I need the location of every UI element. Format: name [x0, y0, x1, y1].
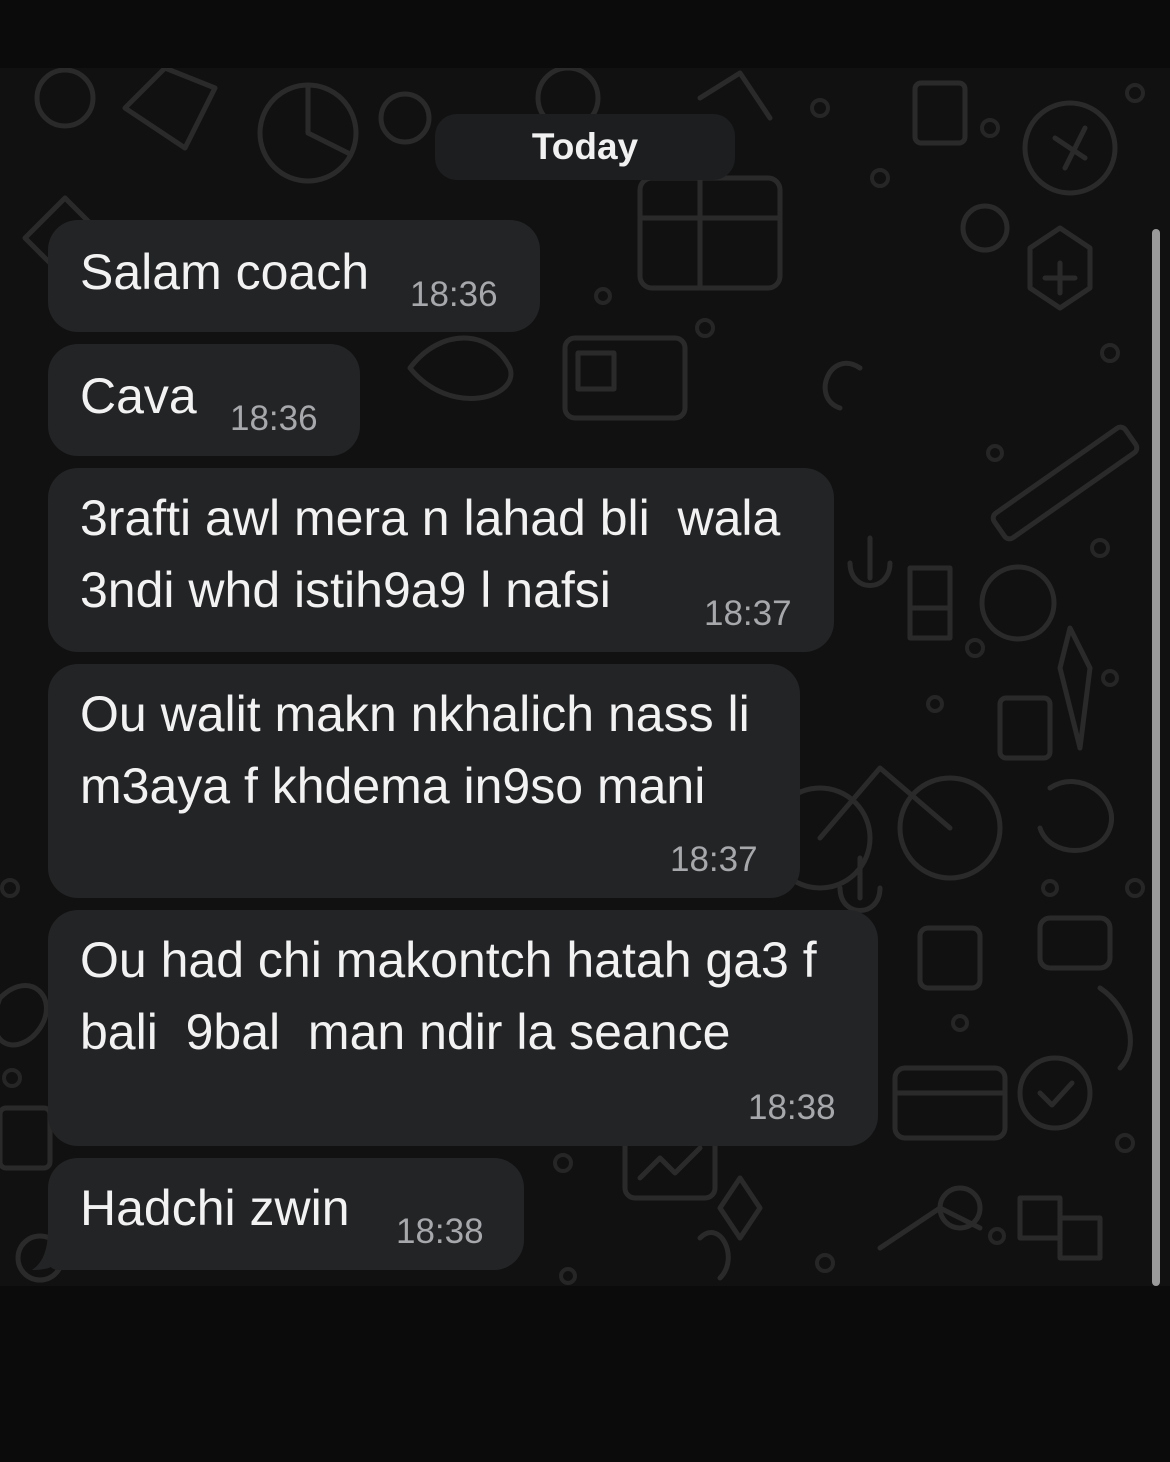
message-text-line: 3rafti awl mera n lahad bli wala	[80, 490, 781, 546]
message-bubble[interactable]: Ou had chi makontch hatah ga3 f bali 9ba…	[48, 910, 878, 1146]
message-text-line: Ou had chi makontch hatah ga3 f	[80, 932, 817, 988]
message-bubble[interactable]: Cava 18:36	[48, 344, 360, 456]
scrollbar[interactable]	[1152, 229, 1160, 1286]
message-timestamp: 18:38	[748, 1088, 836, 1127]
message-bubble[interactable]: 3rafti awl mera n lahad bli wala 3ndi wh…	[48, 468, 834, 652]
message-text-line: 3ndi whd istih9a9 l nafsi	[80, 562, 611, 618]
message-text-line: Cava	[80, 368, 197, 424]
message-timestamp: 18:36	[410, 275, 498, 314]
message-bubble[interactable]: Hadchi zwin 18:38	[48, 1158, 524, 1270]
message-timestamp: 18:37	[704, 594, 792, 633]
message-text-line: bali 9bal man ndir la seance	[80, 1004, 731, 1060]
message-text-line: Hadchi zwin	[80, 1180, 350, 1236]
message-timestamp: 18:38	[396, 1212, 484, 1251]
message-bubble[interactable]: Ou walit makn nkhalich nass li m3aya f k…	[48, 664, 800, 898]
message-text-line: m3aya f khdema in9so mani	[80, 758, 706, 814]
message-text-line: Salam coach	[80, 244, 370, 300]
message-timestamp: 18:36	[230, 399, 318, 438]
chat-area[interactable]: Today Salam coach 18:36 Cava 18:36 3raft…	[0, 68, 1170, 1286]
date-separator: Today	[435, 114, 735, 180]
message-text-line: Ou walit makn nkhalich nass li	[80, 686, 750, 742]
chat-screen: Today Salam coach 18:36 Cava 18:36 3raft…	[0, 0, 1170, 1462]
message-bubble[interactable]: Salam coach 18:36	[48, 220, 540, 332]
message-timestamp: 18:37	[670, 840, 758, 879]
